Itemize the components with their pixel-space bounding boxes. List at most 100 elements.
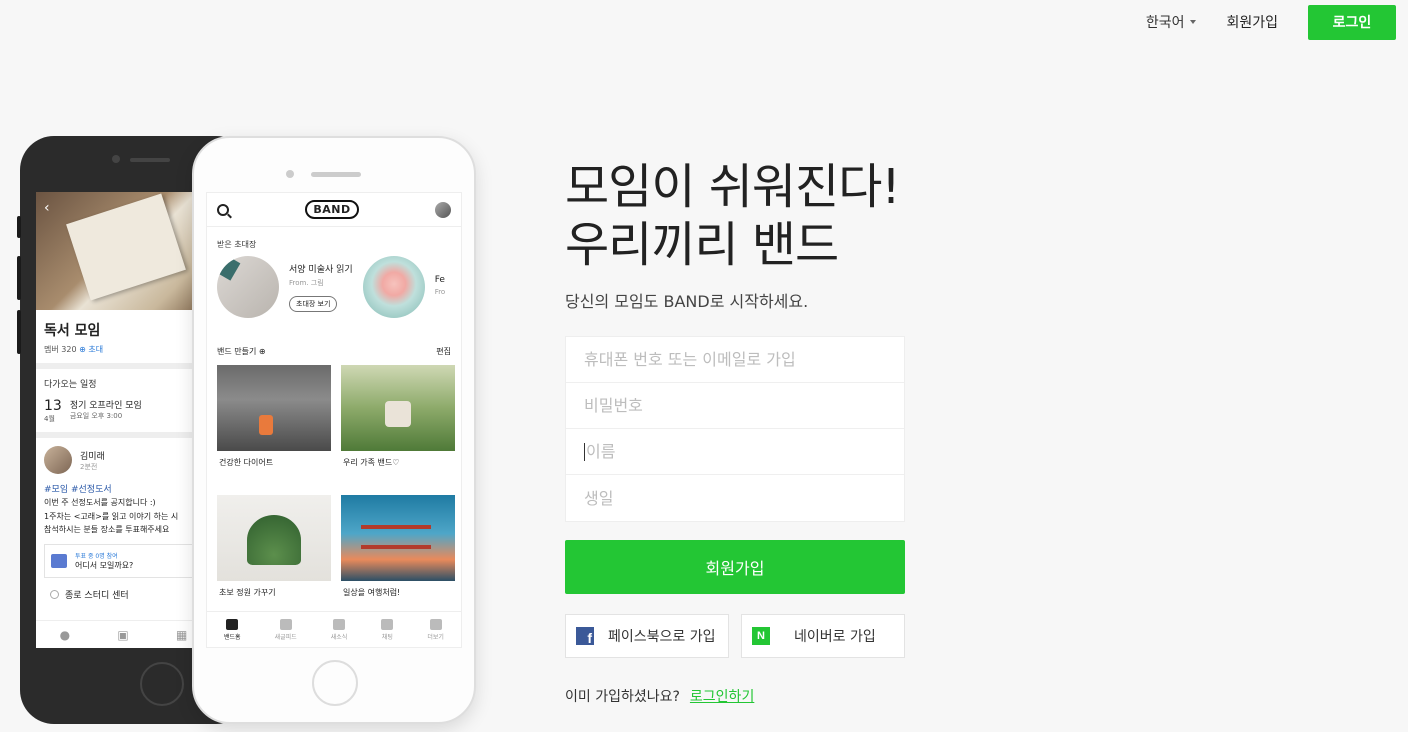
band-thumbnail (217, 495, 331, 581)
login-link[interactable]: 로그인하기 (690, 686, 754, 706)
photo-icon: ▣ (117, 627, 129, 642)
facebook-icon: f (576, 627, 594, 645)
tab-chat: 채팅 (381, 618, 394, 641)
search-icon (217, 203, 229, 216)
password-input[interactable] (584, 396, 886, 415)
event-time: 금요일 오후 3:00 (69, 412, 123, 420)
band-card: 건강한 다이어트 (217, 365, 331, 487)
view-invite-button: 초대장 보기 (289, 296, 338, 312)
phone-side-button (17, 256, 21, 300)
chat-icon (381, 618, 394, 630)
bell-icon (333, 618, 346, 630)
tab-more: 더보기 (427, 618, 444, 641)
post-time: 2분전 (80, 462, 98, 471)
band-card-caption: 우리 가족 밴드♡ (343, 458, 400, 467)
post-line: 참석하시는 분들 장소를 투표해주세요 (44, 525, 170, 535)
invite-image (362, 256, 425, 318)
post-tags: #모임 #선정도서 (44, 485, 112, 495)
facebook-signup-button[interactable]: f 페이스북으로 가입 (565, 614, 729, 658)
signup-button[interactable]: 회원가입 (565, 540, 905, 594)
calendar-icon: ▦ (175, 627, 188, 642)
tab-new-feed: 새글피드 (274, 618, 297, 641)
already-member-row: 이미 가입하셨나요? 로그인하기 (565, 686, 754, 706)
birthday-input[interactable] (584, 488, 886, 508)
phone-side-button (17, 216, 21, 238)
language-selector[interactable]: 한국어 (1146, 12, 1197, 32)
event-item: 13 4월 정기 오프라인 모임 금요일 오후 3:00 (36, 398, 211, 432)
dark-phone-tabbar: ● ▣ ▦ (36, 620, 211, 648)
poll-status: 투표 중 0명 참여 (75, 552, 118, 560)
tab-news: 새소식 (331, 618, 347, 641)
white-phone-mockup: BAND 받은 초대장 서양 미술사 읽기 From. 그림 초대장 보기 Fe (192, 136, 476, 724)
chevron-down-icon (1190, 20, 1197, 24)
naver-icon: N (752, 627, 770, 645)
phone-home-button (312, 660, 358, 706)
invite-image (217, 256, 279, 318)
name-field (566, 429, 904, 475)
ballot-box-icon (51, 553, 67, 568)
invite-from: From. 그림 (289, 279, 324, 287)
phone-speaker (130, 158, 170, 162)
chat-icon: ● (59, 627, 71, 642)
band-grid: 건강한 다이어트 우리 가족 밴드♡ 초보 정원 가꾸기 일상을 여행처럼! (207, 365, 461, 617)
feed-icon (279, 618, 292, 630)
poll-card: 투표 중 0명 참여 어디서 모일까요? (44, 543, 203, 578)
band-card-caption: 건강한 다이어트 (219, 458, 274, 467)
dark-phone-screen: ‹ 독서 모임 멤버 320 ⊕ 초대 다가오는 일정 13 4월 정기 오프라… (36, 192, 211, 648)
radio-icon (50, 589, 59, 599)
naver-signup-button[interactable]: N 네이버로 가입 (741, 614, 905, 658)
member-count: 멤버 320 (44, 345, 77, 354)
already-member-text: 이미 가입하셨나요? (565, 689, 680, 705)
invite-from: Fro (434, 288, 446, 296)
tab-label: 채팅 (381, 633, 393, 641)
tab-label: 새글피드 (274, 633, 297, 641)
phone-email-input[interactable] (584, 350, 886, 369)
invite-title: 서양 미술사 읽기 (289, 265, 353, 275)
poll-option-label: 종로 스터디 센터 (65, 590, 129, 601)
event-day: 13 (44, 398, 62, 414)
text-cursor (584, 442, 585, 461)
band-logo: BAND (305, 200, 359, 219)
top-nav: 한국어 회원가입 로그인 (1146, 0, 1396, 44)
white-phone-screen: BAND 받은 초대장 서양 미술사 읽기 From. 그림 초대장 보기 Fe (206, 192, 462, 648)
app-topbar: BAND (207, 193, 461, 227)
band-card: 우리 가족 밴드♡ (341, 365, 455, 487)
make-band-row: 밴드 만들기 ⊕ 편집 (207, 318, 461, 365)
edit-label: 편집 (436, 347, 451, 356)
hero-section: 모임이 쉬워진다! 우리끼리 밴드 당신의 모임도 BAND로 시작하세요. (565, 158, 901, 312)
invite-card: 서양 미술사 읽기 From. 그림 초대장 보기 (217, 256, 353, 318)
invites-label: 받은 초대장 (217, 240, 257, 249)
post-line: 이번 주 선정도서를 공지합니다 :) (44, 498, 156, 507)
password-field (566, 383, 904, 429)
tab-label: 밴드홈 (224, 633, 241, 641)
band-thumbnail (217, 365, 331, 451)
menu-icon (429, 618, 442, 630)
headline-line-2: 우리끼리 밴드 (565, 217, 839, 273)
naver-signup-label: 네이버로 가입 (794, 629, 876, 645)
home-icon (226, 618, 239, 630)
language-label: 한국어 (1145, 15, 1185, 31)
band-thumbnail (341, 365, 455, 451)
post-line: 1주차는 <고래>를 읽고 이야기 하는 시 (44, 511, 179, 521)
poll-question: 어디서 모일까요? (75, 560, 134, 570)
name-input[interactable] (586, 442, 886, 461)
band-card: 초보 정원 가꾸기 (217, 495, 331, 617)
make-band-label: 밴드 만들기 ⊕ (217, 347, 266, 356)
phone-camera (112, 155, 120, 163)
header-login-button[interactable]: 로그인 (1308, 4, 1396, 40)
tab-band-home: 밴드홈 (224, 618, 241, 641)
band-meta: 멤버 320 ⊕ 초대 (36, 344, 211, 363)
phone-mockups: ‹ 독서 모임 멤버 320 ⊕ 초대 다가오는 일정 13 4월 정기 오프라… (0, 100, 520, 732)
invite-link: ⊕ 초대 (79, 345, 104, 354)
tab-label: 더보기 (427, 633, 444, 641)
phone-camera (286, 170, 294, 178)
invite-card: Fe Fro (362, 256, 446, 318)
header-signup-link[interactable]: 회원가입 (1226, 12, 1278, 32)
phone-email-field (566, 337, 904, 383)
phone-speaker (311, 172, 361, 177)
facebook-signup-label: 페이스북으로 가입 (608, 629, 716, 645)
book-illustration (66, 193, 186, 301)
invite-list: 서양 미술사 읽기 From. 그림 초대장 보기 Fe Fro (207, 256, 461, 318)
white-phone-tabbar: 밴드홈 새글피드 새소식 채팅 더보기 (207, 611, 461, 647)
headline-line-1: 모임이 쉬워진다! (565, 159, 901, 215)
